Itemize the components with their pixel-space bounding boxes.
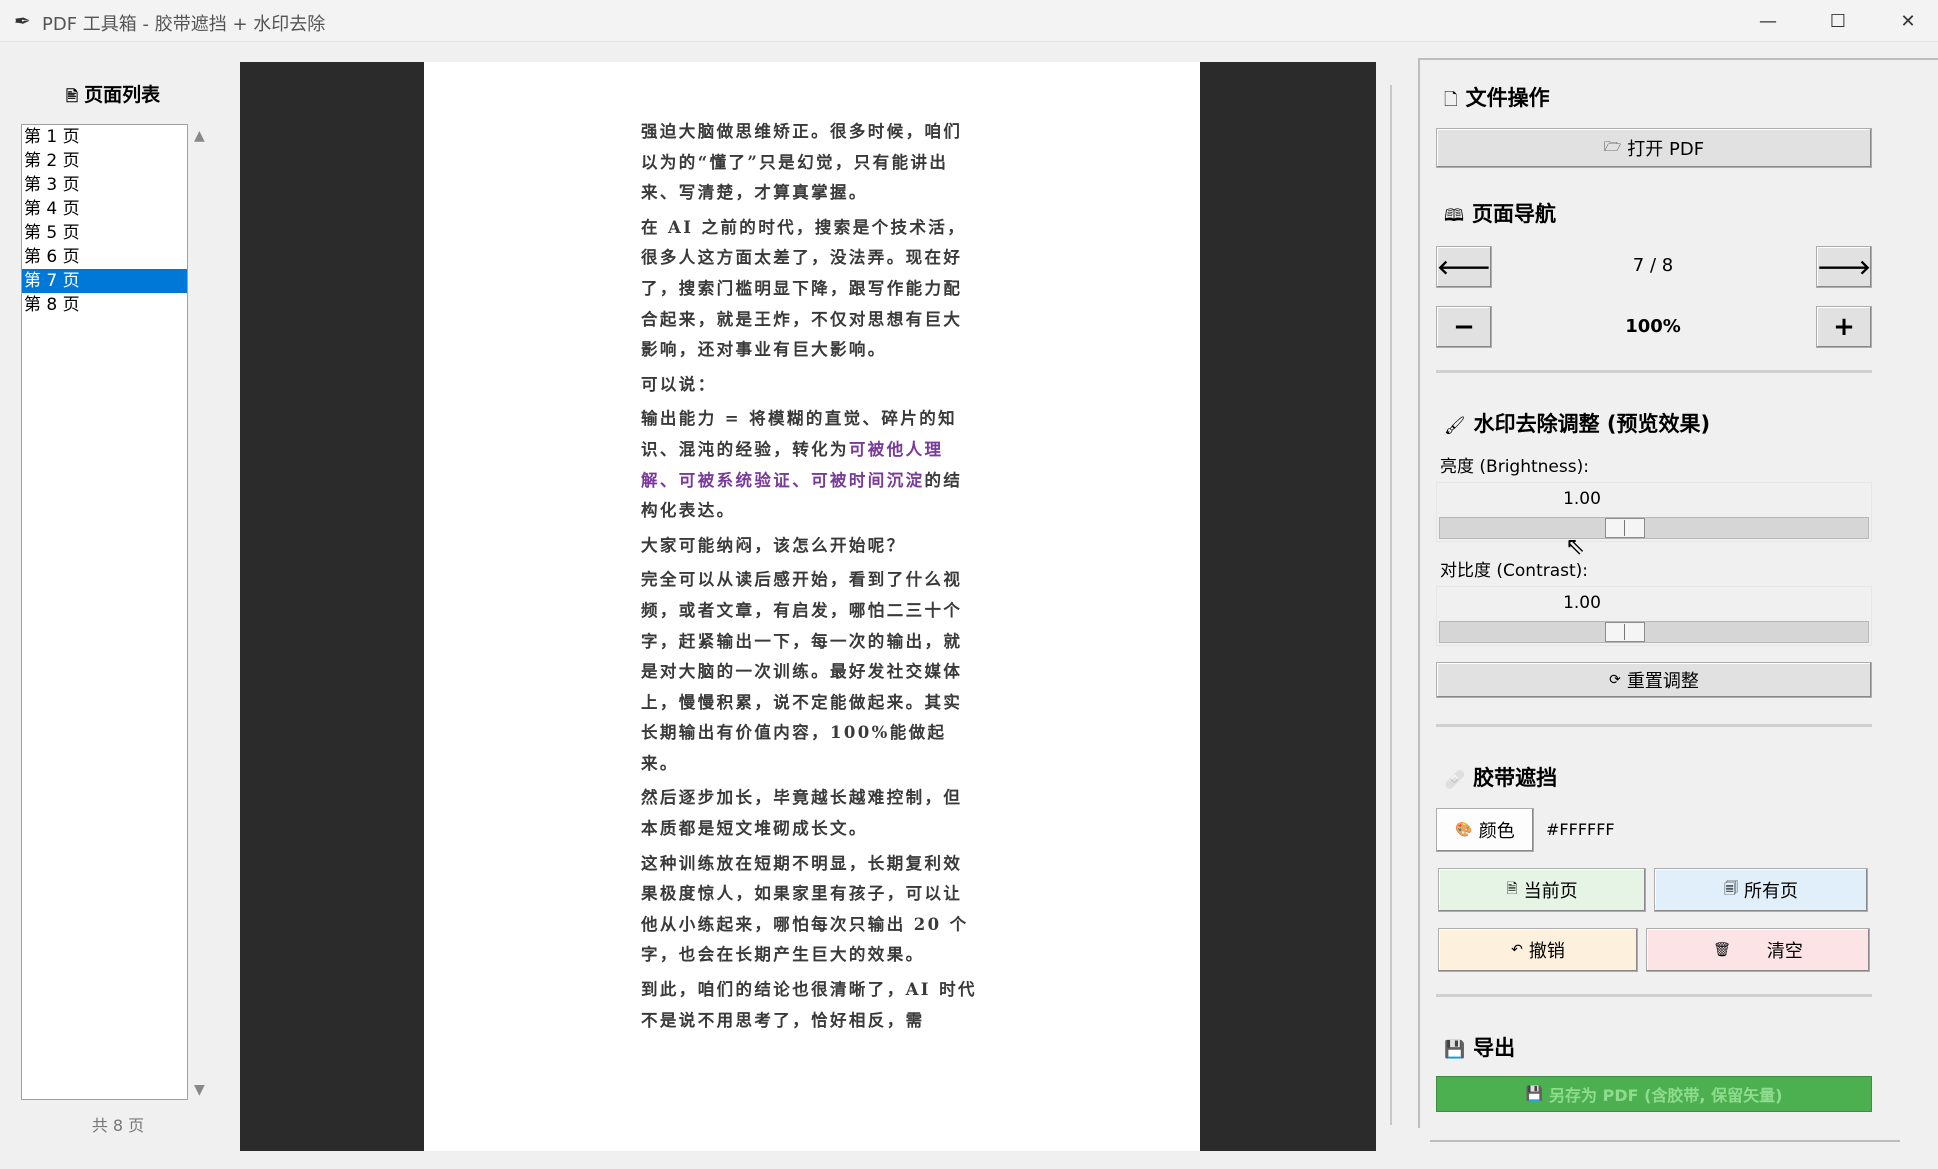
refresh-icon: ⟳ [1609, 672, 1621, 688]
zoom-level: 100% [1625, 316, 1681, 337]
save-icon: 💾 [1525, 1086, 1544, 1102]
paragraph: 完全可以从读后感开始，看到了什么视频，或者文章，有启发，哪怕二三十个字，赶紧输出… [641, 570, 963, 773]
control-panel: 🗋 文件操作 🗁 打开 PDF 🕮 页面导航 🡐 7 / 8 🡒 − 100% + 🖌… [1418, 58, 1938, 1128]
contrast-slider-thumb[interactable] [1605, 622, 1645, 642]
brightness-slider[interactable] [1439, 517, 1869, 539]
page-list-item[interactable]: 第 8 页 [22, 293, 187, 317]
pdf-page[interactable]: 强迫大脑做思维矫正。很多时候，咱们以为的“懂了”只是幻觉，只有能讲出来、写清楚，… [424, 62, 1200, 1151]
undo-icon: ↶ [1511, 942, 1523, 958]
paragraph: 这种训练放在短期不明显，长期复利效果极度惊人，如果家里有孩子，可以让他从小练起来… [641, 853, 969, 965]
preview-canvas[interactable]: 强迫大脑做思维矫正。很多时候，咱们以为的“懂了”只是幻觉，只有能讲出来、写清楚，… [240, 62, 1376, 1151]
watermark-title: 🖌 水印去除调整 (预览效果) [1444, 412, 1711, 436]
undo-button[interactable]: ↶ 撤销 [1438, 928, 1638, 972]
feather-icon: ✒ [14, 9, 31, 33]
brightness-label: 亮度 (Brightness): [1440, 457, 1589, 477]
color-hex-label: #FFFFFF [1546, 820, 1615, 839]
document-icon: 🗋 [1444, 90, 1458, 110]
mouse-cursor-icon: ⇖ [1565, 532, 1586, 560]
page-list-item[interactable]: 第 3 页 [22, 173, 187, 197]
open-pdf-button[interactable]: 🗁 打开 PDF [1436, 128, 1872, 168]
tape-title: 🩹 胶带遮挡 [1444, 766, 1558, 790]
reset-adjust-button[interactable]: ⟳ 重置调整 [1436, 662, 1872, 698]
save-icon: 💾 [1444, 1040, 1466, 1060]
page-listbox[interactable]: 第 1 页第 2 页第 3 页第 4 页第 5 页第 6 页第 7 页第 8 页 [21, 124, 188, 1100]
scroll-up-arrow-icon[interactable]: ▲ [194, 128, 205, 144]
document-icon: 🖹 [66, 87, 79, 105]
trash-icon: 🗑 [1713, 942, 1731, 958]
page-icon: 🗎 [1506, 881, 1518, 897]
file-ops-title: 🗋 文件操作 [1444, 86, 1550, 110]
palette-icon: 🎨 [1455, 822, 1473, 838]
zoom-out-button[interactable]: − [1436, 306, 1492, 348]
contrast-value: 1.00 [1563, 593, 1601, 613]
folder-open-icon: 🗁 [1603, 139, 1622, 155]
nav-title: 🕮 页面导航 [1444, 202, 1557, 226]
page-list-item[interactable]: 第 6 页 [22, 245, 187, 269]
page-list-title: 🖹 页面列表 [66, 84, 161, 106]
page-list-item[interactable]: 第 7 页 [22, 269, 187, 293]
contrast-slider[interactable] [1439, 621, 1869, 643]
page-indicator: 7 / 8 [1632, 255, 1674, 276]
export-title: 💾 导出 [1444, 1036, 1516, 1060]
contrast-slider-box: 1.00 [1436, 586, 1872, 646]
brightness-slider-thumb[interactable] [1605, 518, 1645, 538]
page-list-item[interactable]: 第 2 页 [22, 149, 187, 173]
paragraph: 强迫大脑做思维矫正。很多时候，咱们以为的“懂了”只是幻觉，只有能讲出来、写清楚，… [641, 122, 963, 203]
minimize-button[interactable]: — [1733, 0, 1803, 42]
prev-page-button[interactable]: 🡐 [1436, 246, 1492, 288]
page-count-label: 共 8 页 [91, 1116, 145, 1135]
window-title: PDF 工具箱 - 胶带遮挡 + 水印去除 [42, 14, 326, 35]
title-bar: ✒ PDF 工具箱 - 胶带遮挡 + 水印去除 — ☐ ✕ [0, 0, 1938, 42]
separator [1436, 724, 1872, 727]
next-page-button[interactable]: 🡒 [1816, 246, 1872, 288]
page-text: 强迫大脑做思维矫正。很多时候，咱们以为的“懂了”只是幻觉，只有能讲出来、写清楚，… [641, 117, 981, 1040]
paragraph: 大家可能纳闷，该怎么开始呢？ [641, 535, 906, 555]
zoom-in-button[interactable]: + [1816, 306, 1872, 348]
paragraph-highlight: 输出能力 = 将模糊的直觉、碎片的知识、混沌的经验，转化为可被他人理解、可被系统… [641, 409, 963, 521]
page-list-item[interactable]: 第 1 页 [22, 125, 187, 149]
scroll-down-arrow-icon[interactable]: ▼ [194, 1082, 205, 1098]
pages-icon: 🗐 [1724, 881, 1738, 897]
tape-icon: 🩹 [1444, 770, 1466, 790]
book-icon: 🕮 [1444, 206, 1465, 226]
maximize-button[interactable]: ☐ [1803, 0, 1873, 42]
separator [1436, 994, 1872, 997]
clear-button[interactable]: 🗑 清空 [1646, 928, 1870, 972]
brightness-slider-box: 1.00 [1436, 482, 1872, 542]
paragraph: 在 AI 之前的时代，搜索是个技术活，很多人这方面太差了，没法弄。现在好了，搜索… [641, 217, 967, 360]
paragraph: 可以说： [641, 374, 717, 394]
paragraph: 到此，咱们的结论也很清晰了，AI 时代不是说不用思考了，恰好相反，需 [641, 980, 977, 1030]
all-pages-button[interactable]: 🗐 所有页 [1654, 868, 1868, 912]
page-list-panel: 🖹 页面列表 第 1 页第 2 页第 3 页第 4 页第 5 页第 6 页第 7 … [0, 42, 240, 1169]
color-picker-button[interactable]: 🎨 颜色 [1436, 808, 1534, 852]
page-list-item[interactable]: 第 5 页 [22, 221, 187, 245]
page-list-item[interactable]: 第 4 页 [22, 197, 187, 221]
brightness-value: 1.00 [1563, 489, 1601, 509]
panel-divider[interactable] [1390, 85, 1392, 1125]
close-button[interactable]: ✕ [1873, 0, 1938, 42]
current-page-button[interactable]: 🗎 当前页 [1438, 868, 1646, 912]
paragraph: 然后逐步加长，毕竟越长越难控制，但本质都是短文堆砌成长文。 [641, 788, 963, 839]
separator [1436, 370, 1872, 373]
palette-icon: 🖌 [1444, 416, 1466, 436]
horizontal-scrollbar[interactable] [1430, 1140, 1900, 1142]
save-as-pdf-button[interactable]: 💾 另存为 PDF (含胶带, 保留矢量) [1436, 1076, 1872, 1112]
